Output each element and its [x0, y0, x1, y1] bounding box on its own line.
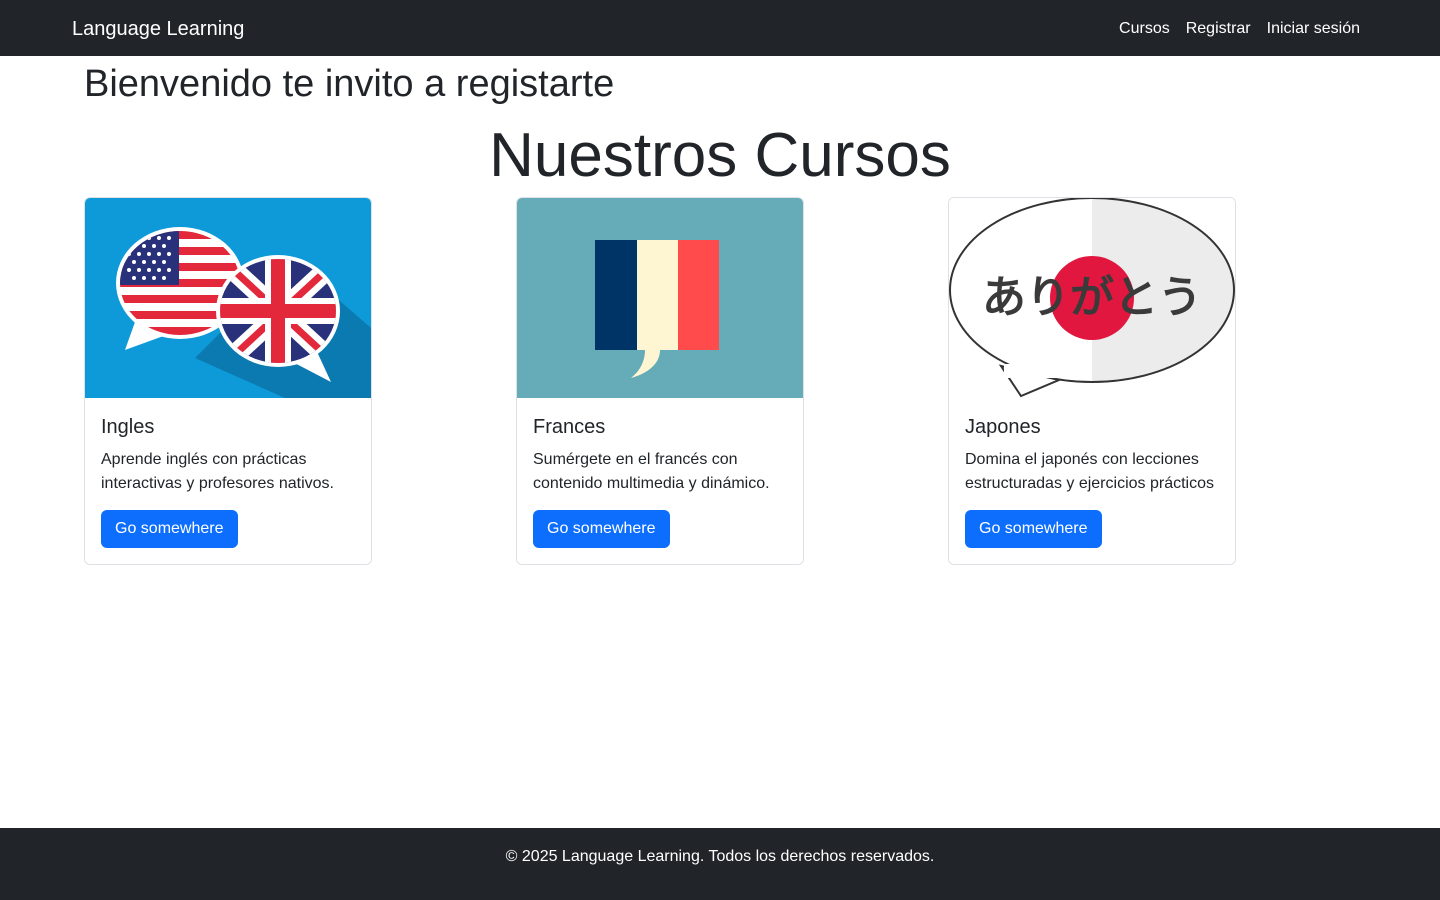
nav-link-iniciar-sesion[interactable]: Iniciar sesión: [1267, 18, 1360, 40]
course-card-frances: Frances Sumérgete en el francés con cont…: [516, 197, 804, 565]
arigatou-text: ありがとう: [982, 272, 1202, 323]
course-card-japones: ありがとう Japones Domina el japonés con lecc…: [948, 197, 1236, 565]
card-text: Domina el japonés con lecciones estructu…: [965, 451, 1214, 492]
navbar-brand[interactable]: Language Learning: [72, 17, 244, 41]
go-somewhere-button[interactable]: Go somewhere: [965, 510, 1102, 548]
french-flag-speech-bubble-icon: [517, 198, 803, 398]
card-title: Japones: [965, 416, 1041, 438]
navbar: Language Learning Cursos Registrar Inici…: [0, 0, 1440, 56]
nav-links: Cursos Registrar Iniciar sesión: [1119, 18, 1360, 40]
card-title: Frances: [533, 416, 606, 438]
footer: © 2025 Language Learning. Todos los dere…: [0, 828, 1440, 900]
card-body: Ingles Aprende inglés con prácticas inte…: [101, 414, 357, 496]
japanese-flag-speech-bubble-icon: ありがとう: [949, 198, 1235, 398]
course-card-ingles: Ingles Aprende inglés con prácticas inte…: [84, 197, 372, 565]
go-somewhere-button[interactable]: Go somewhere: [533, 510, 670, 548]
card-text: Sumérgete en el francés con contenido mu…: [533, 451, 770, 492]
copyright-text: © 2025 Language Learning. Todos los dere…: [505, 848, 935, 865]
card-title: Ingles: [101, 416, 155, 438]
nav-link-registrar[interactable]: Registrar: [1186, 18, 1251, 40]
card-text: Aprende inglés con prácticas interactiva…: [101, 451, 334, 492]
courses-section-title: Nuestros Cursos: [489, 121, 951, 190]
nav-link-cursos[interactable]: Cursos: [1119, 18, 1170, 40]
go-somewhere-button[interactable]: Go somewhere: [101, 510, 238, 548]
card-body: Frances Sumérgete en el francés con cont…: [533, 414, 789, 496]
card-body: Japones Domina el japonés con lecciones …: [965, 414, 1221, 496]
us-uk-flag-speech-bubbles-icon: [85, 198, 371, 398]
welcome-heading: Bienvenido te invito a registarte: [84, 63, 615, 105]
